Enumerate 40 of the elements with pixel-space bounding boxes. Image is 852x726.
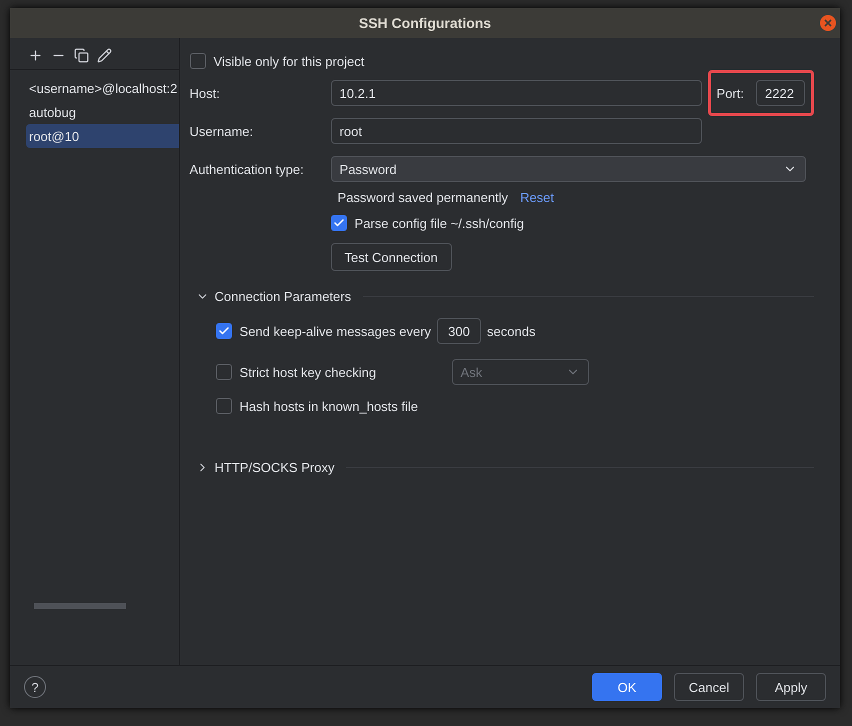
checkbox-label: Visible only for this project — [214, 54, 364, 68]
window-title: SSH Configurations — [358, 15, 492, 31]
checkbox[interactable] — [190, 53, 206, 69]
checkbox-label: Strict host key checking — [240, 364, 378, 380]
unit-label: seconds — [487, 324, 536, 338]
host-label: Host: — [190, 86, 221, 100]
port-label: Port: — [716, 86, 744, 100]
check-icon — [218, 325, 230, 337]
checkbox-label: Send keep-alive messages every — [240, 324, 432, 338]
checkbox-label: Parse config file ~/.ssh/config — [354, 216, 524, 230]
configuration-item[interactable]: autobug — [26, 100, 179, 124]
auth-type-dropdown[interactable]: Password — [330, 156, 806, 182]
checkbox[interactable] — [330, 215, 347, 231]
reset-link[interactable]: Reset — [520, 190, 554, 204]
checkbox[interactable] — [216, 323, 232, 339]
help-button[interactable]: ? — [24, 676, 46, 698]
configuration-item[interactable]: <username>@localhost:2 — [26, 76, 179, 100]
auth-type-label: Authentication type: — [190, 162, 305, 176]
port-field[interactable]: 2222 — [756, 80, 805, 106]
interval-field[interactable]: 300 — [437, 318, 482, 344]
test-connection-button[interactable]: Test Connection — [330, 243, 452, 271]
dialog-button[interactable]: Cancel — [674, 673, 744, 701]
section-title[interactable]: HTTP/SOCKS Proxy — [214, 460, 334, 474]
dialog-button[interactable]: Apply — [756, 673, 826, 701]
section-title[interactable]: Connection Parameters — [214, 288, 352, 304]
username-label: Username: — [190, 124, 254, 138]
close-button[interactable] — [820, 15, 836, 31]
pencil-icon[interactable] — [97, 48, 112, 63]
close-icon — [824, 19, 832, 27]
check-icon — [332, 217, 345, 229]
configuration-item[interactable]: root@10 — [26, 124, 179, 148]
checkbox[interactable] — [216, 398, 232, 414]
scrollbar[interactable] — [34, 603, 126, 609]
password-note: Password saved permanently — [338, 190, 508, 204]
username-field[interactable]: root — [330, 118, 702, 144]
add-icon[interactable] — [28, 48, 43, 63]
checkbox-label: Hash hosts in known_hosts file — [240, 398, 418, 414]
host-field[interactable]: 10.2.1 — [330, 80, 702, 106]
copy-icon[interactable] — [74, 48, 89, 63]
dialog-button[interactable]: OK — [592, 673, 662, 701]
